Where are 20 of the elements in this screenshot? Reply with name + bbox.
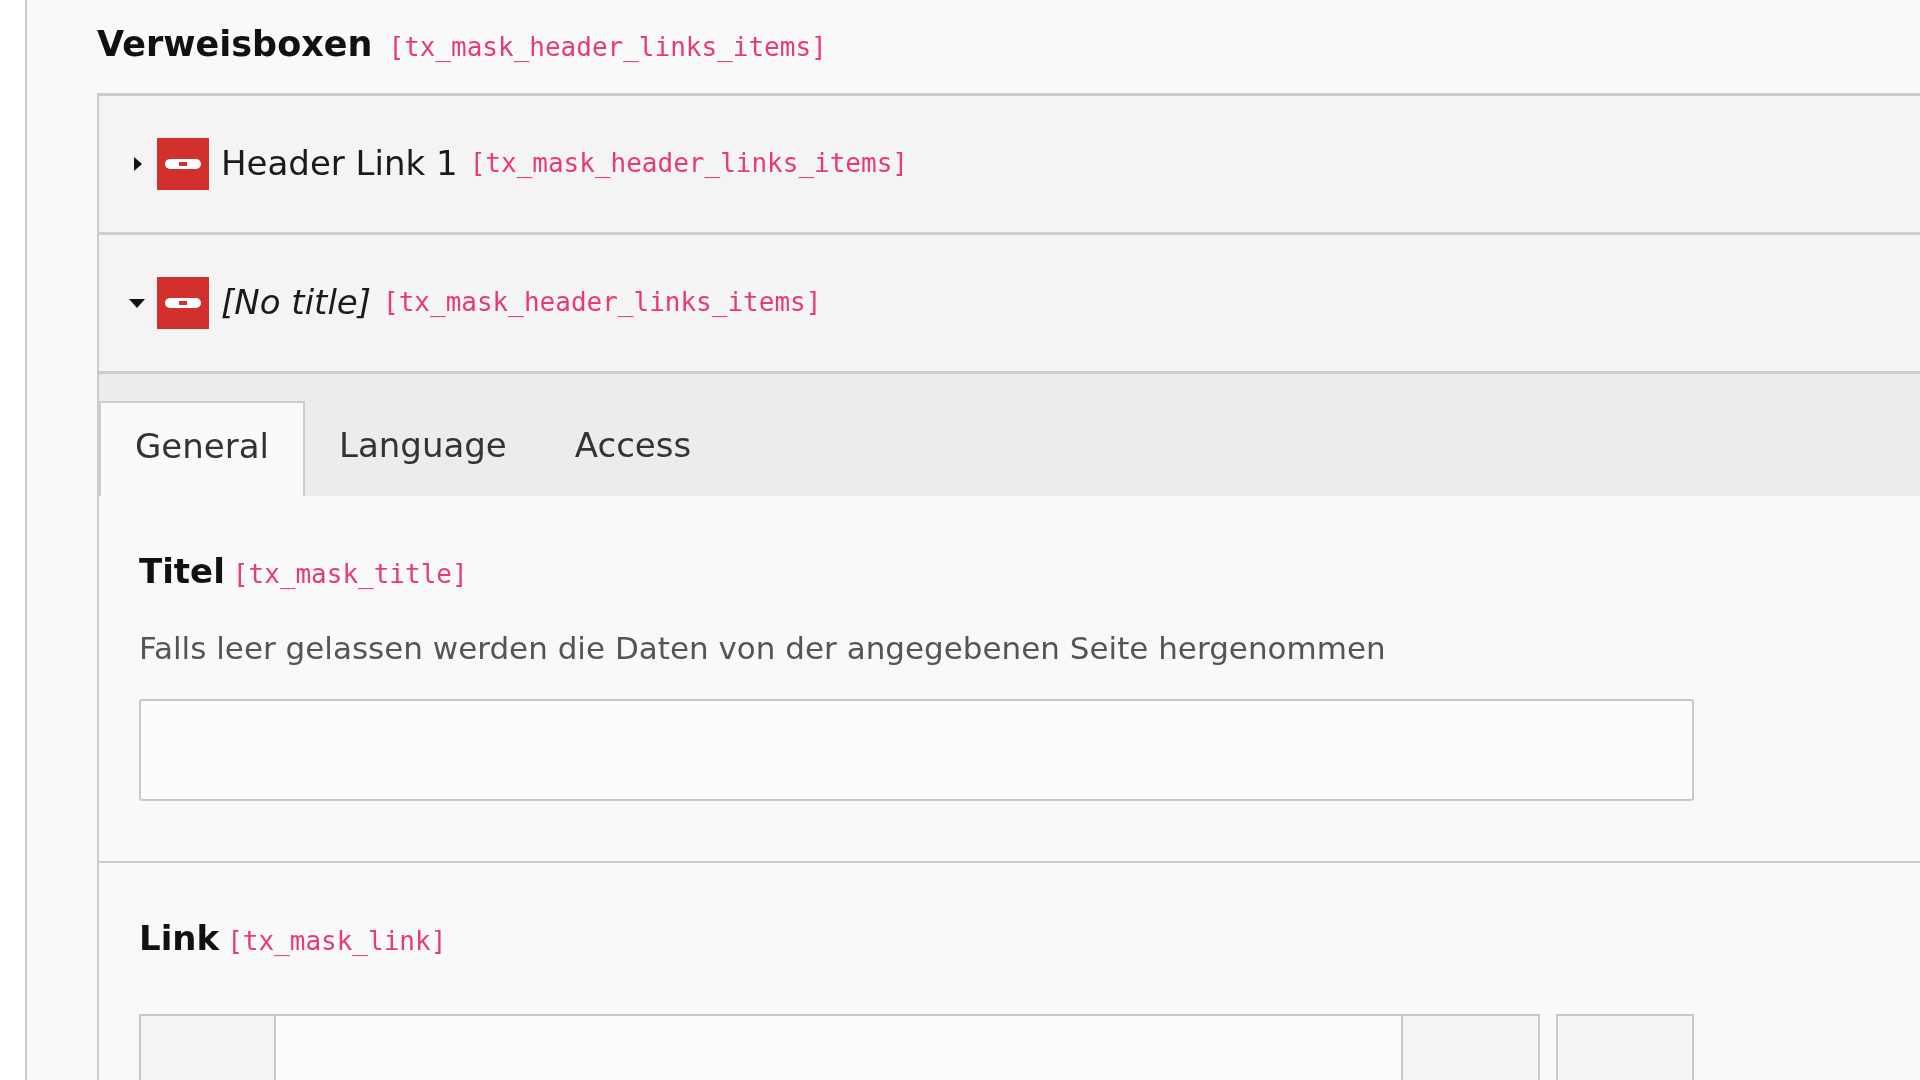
field-label: Titel xyxy=(139,549,225,593)
field-label: Link xyxy=(139,917,220,960)
input-field[interactable] xyxy=(139,699,1694,801)
record-key: [tx_mask_header_links_items] xyxy=(469,144,908,183)
chain-icon xyxy=(157,137,209,190)
tab[interactable]: Language xyxy=(305,400,541,496)
link-input-field[interactable] xyxy=(276,1014,1403,1080)
record-title[interactable]: Header Link 1 xyxy=(221,138,458,189)
tab[interactable]: General xyxy=(99,400,305,496)
field-key: [tx_mask_title] xyxy=(232,554,468,594)
link-button[interactable] xyxy=(1556,1014,1694,1080)
field-label: Verweisboxen xyxy=(97,23,373,66)
field-key: [tx_mask_header_links_items] xyxy=(388,28,827,67)
record-title[interactable]: [No title] xyxy=(221,277,372,328)
field-key: [tx_mask_link] xyxy=(227,922,447,961)
chain-icon xyxy=(157,276,209,329)
record-key: [tx_mask_header_links_items] xyxy=(383,283,822,322)
tab[interactable]: Access xyxy=(540,400,726,496)
link-button[interactable] xyxy=(1403,1014,1540,1080)
field-description: Falls leer gelassen werden die Daten von der angegebenen Seite hergenommen xyxy=(139,628,1387,668)
